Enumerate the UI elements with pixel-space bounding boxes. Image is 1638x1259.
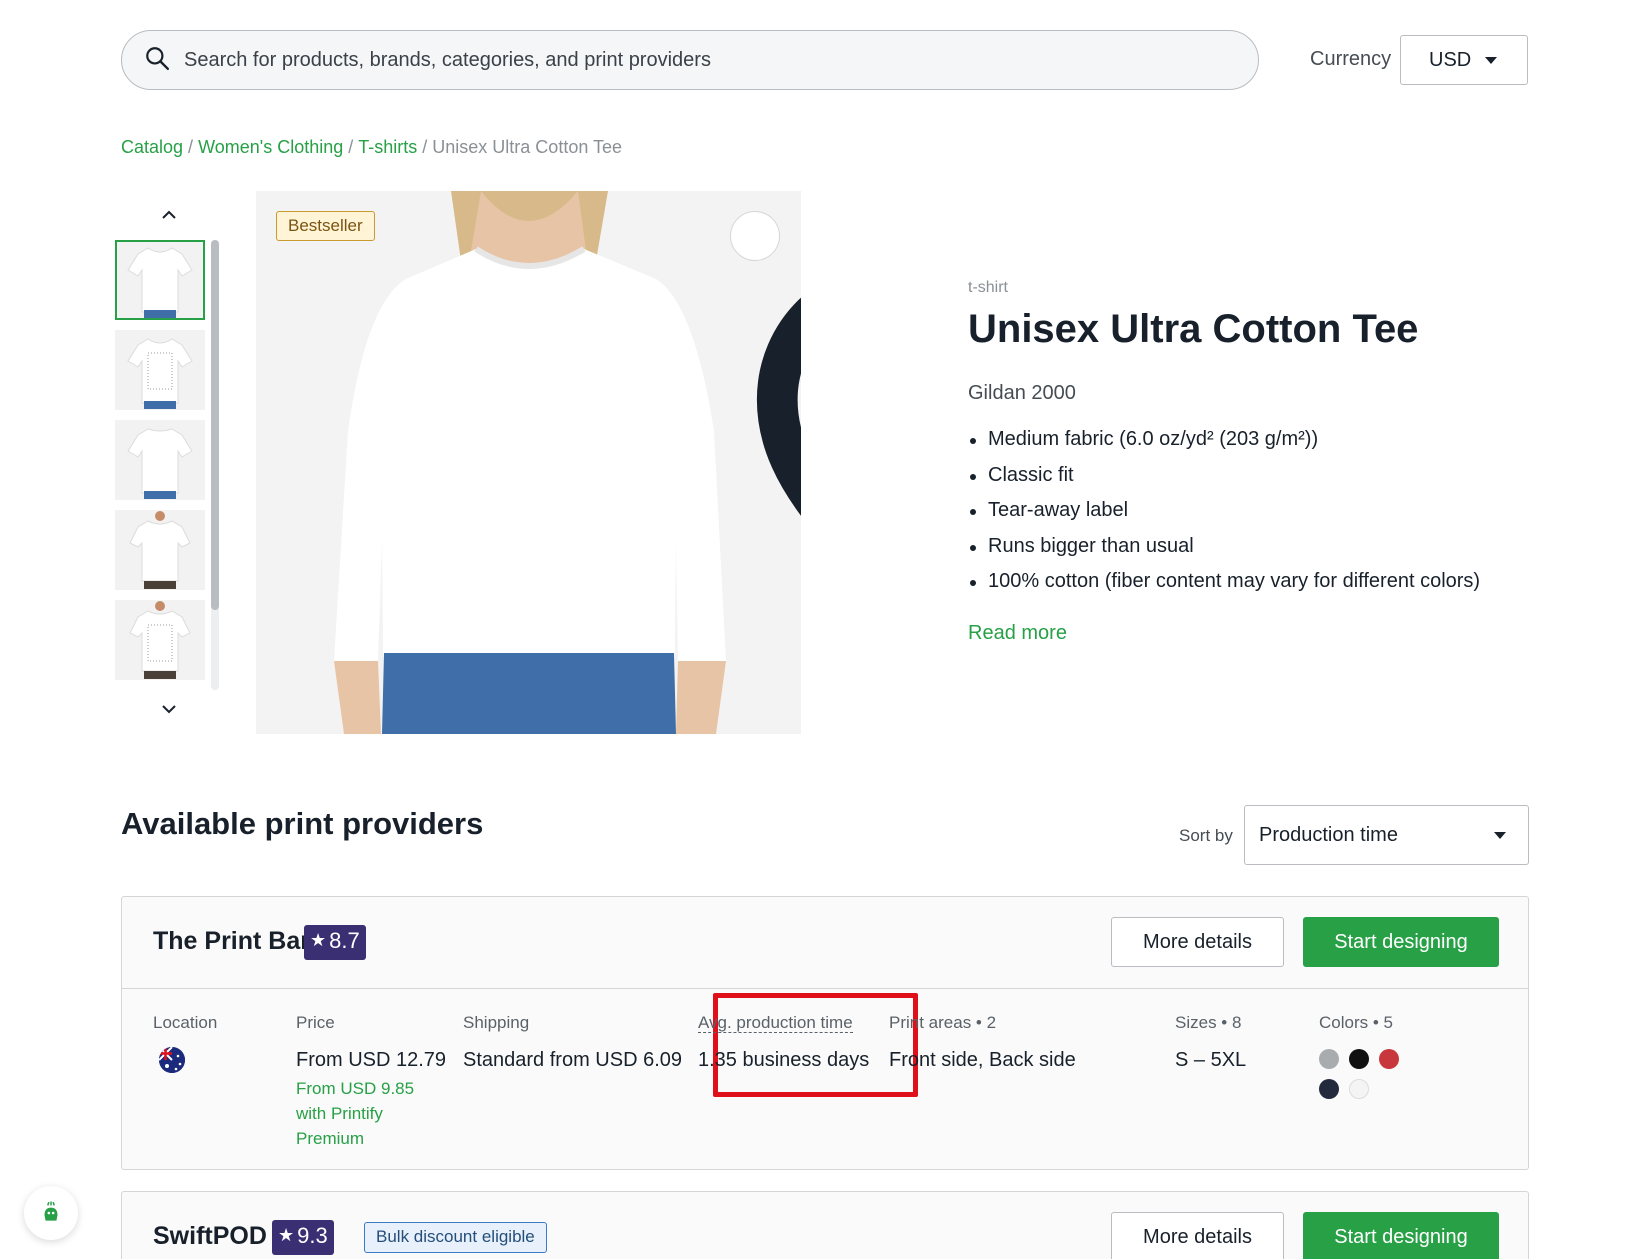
australia-flag-icon	[159, 1047, 185, 1073]
feature-item: Medium fabric (6.0 oz/yd² (203 g/m²))	[968, 428, 1480, 464]
thumbnail-down-button[interactable]	[160, 700, 178, 718]
print-areas-column: Print areas • 2 Front side, Back side	[889, 1013, 1076, 1072]
caret-down-icon	[1485, 56, 1498, 64]
breadcrumb-womens-clothing[interactable]: Women's Clothing	[198, 137, 343, 157]
breadcrumb: Catalog / Women's Clothing / T-shirts / Unisex…	[121, 137, 622, 158]
sizes-value: S – 5XL	[1175, 1049, 1247, 1071]
rating-value: 9.3	[297, 1223, 328, 1248]
sort-select[interactable]: Production time	[1244, 805, 1529, 865]
start-designing-button[interactable]: Start designing	[1303, 917, 1499, 967]
tshirt-male-thumbnail-image	[129, 511, 191, 589]
product-type: t-shirt	[968, 279, 1008, 296]
color-swatch[interactable]	[1349, 1079, 1369, 1099]
production-time-label[interactable]: Avg. production time	[698, 1013, 853, 1033]
color-swatch[interactable]	[1319, 1079, 1339, 1099]
more-details-button[interactable]: More details	[1111, 1212, 1284, 1259]
thumbnail-up-button[interactable]	[160, 206, 178, 224]
currency-select[interactable]: USD	[1400, 35, 1528, 85]
feature-item: 100% cotton (fiber content may vary for …	[968, 570, 1480, 606]
tshirt-thumbnail-image	[127, 247, 193, 318]
sizes-column: Sizes • 8 S – 5XL	[1175, 1013, 1246, 1072]
favorite-button[interactable]	[730, 211, 801, 516]
product-title: Unisex Ultra Cotton Tee	[968, 307, 1419, 351]
bulk-discount-badge: Bulk discount eligible	[364, 1222, 547, 1253]
shipping-value: Standard from USD 6.09	[463, 1049, 682, 1071]
production-time-value: 1.35 business days	[698, 1049, 870, 1071]
rating-value: 8.7	[329, 928, 360, 953]
thumbnail-3[interactable]	[115, 420, 205, 500]
production-time-column: Avg. production time 1.35 business days	[698, 1013, 869, 1072]
more-details-button[interactable]: More details	[1111, 917, 1284, 967]
thumbnail-4[interactable]	[115, 510, 205, 590]
search-bar[interactable]	[121, 30, 1259, 90]
chevron-up-icon	[162, 210, 176, 219]
start-designing-button[interactable]: Start designing	[1303, 1212, 1499, 1259]
chevron-down-icon	[162, 705, 176, 714]
provider-card-header: SwiftPOD ★ 9.3 Bulk discount eligible Mor…	[122, 1192, 1528, 1259]
search-icon	[144, 45, 170, 76]
tshirt-male-print-thumbnail-image	[129, 601, 191, 679]
currency-label: Currency	[1310, 48, 1392, 70]
provider-name[interactable]: The Print Bar	[153, 927, 310, 956]
price-label: Price	[296, 1013, 335, 1032]
feature-item: Tear-away label	[968, 499, 1480, 535]
tshirt-print-thumbnail-image	[127, 338, 193, 409]
star-icon: ★	[278, 1225, 295, 1245]
color-swatch[interactable]	[1379, 1049, 1399, 1069]
provider-card: SwiftPOD ★ 9.3 Bulk discount eligible Mor…	[121, 1191, 1529, 1259]
provider-name[interactable]: SwiftPOD	[153, 1222, 267, 1251]
providers-title: Available print providers	[121, 806, 484, 841]
main-product-image: Bestseller	[256, 191, 801, 734]
premium-price-link[interactable]: From USD 9.85 with Printify Premium	[296, 1076, 424, 1151]
breadcrumb-separator: /	[348, 137, 354, 157]
search-input[interactable]	[184, 48, 1184, 72]
colors-label: Colors • 5	[1319, 1013, 1393, 1032]
sizes-label: Sizes • 8	[1175, 1013, 1242, 1032]
provider-card-header: The Print Bar ★ 8.7 More details Start de…	[122, 897, 1528, 989]
breadcrumb-separator: /	[422, 137, 428, 157]
print-areas-label: Print areas • 2	[889, 1013, 997, 1032]
thumbnail-scrollbar[interactable]	[211, 240, 219, 610]
sort-by-label: Sort by	[1179, 826, 1233, 845]
breadcrumb-t-shirts[interactable]: T-shirts	[358, 137, 417, 157]
location-column: Location	[153, 1013, 217, 1073]
thumbnail-2[interactable]	[115, 330, 205, 410]
print-areas-value: Front side, Back side	[889, 1049, 1076, 1071]
price-value: From USD 12.79	[296, 1049, 447, 1071]
heart-icon	[756, 297, 801, 516]
color-swatch[interactable]	[1349, 1049, 1369, 1069]
colors-column: Colors • 5	[1319, 1013, 1399, 1099]
price-column: Price From USD 12.79 From USD 9.85 with …	[296, 1013, 446, 1151]
thumbnail-list	[115, 240, 207, 690]
breadcrumb-separator: /	[188, 137, 194, 157]
location-label: Location	[153, 1013, 218, 1032]
bestseller-badge: Bestseller	[276, 211, 375, 241]
color-swatches	[1319, 1049, 1399, 1099]
color-swatch[interactable]	[1319, 1049, 1339, 1069]
rating-badge: ★ 9.3	[272, 1220, 334, 1255]
thumbnail-5[interactable]	[115, 600, 205, 680]
shipping-label: Shipping	[463, 1013, 530, 1032]
breadcrumb-current: Unisex Ultra Cotton Tee	[432, 137, 623, 157]
tshirt-back-thumbnail-image	[127, 428, 193, 499]
read-more-link[interactable]: Read more	[968, 622, 1067, 645]
provider-card: The Print Bar ★ 8.7 More details Start de…	[121, 896, 1529, 1170]
rating-badge: ★ 8.7	[304, 925, 366, 960]
sort-value: Production time	[1259, 823, 1398, 846]
support-chat-button[interactable]	[24, 1186, 78, 1240]
product-brand: Gildan 2000	[968, 382, 1076, 404]
thumbnail-1[interactable]	[115, 240, 205, 320]
breadcrumb-catalog[interactable]: Catalog	[121, 137, 183, 157]
feature-list: Medium fabric (6.0 oz/yd² (203 g/m²)) Cl…	[968, 428, 1480, 606]
tshirt-model-image	[256, 191, 801, 734]
feature-item: Classic fit	[968, 464, 1480, 500]
feature-item: Runs bigger than usual	[968, 535, 1480, 571]
shipping-column: Shipping Standard from USD 6.09	[463, 1013, 682, 1072]
currency-value: USD	[1429, 48, 1472, 71]
star-icon: ★	[310, 930, 327, 950]
caret-down-icon	[1494, 832, 1506, 839]
support-icon	[44, 1201, 58, 1221]
